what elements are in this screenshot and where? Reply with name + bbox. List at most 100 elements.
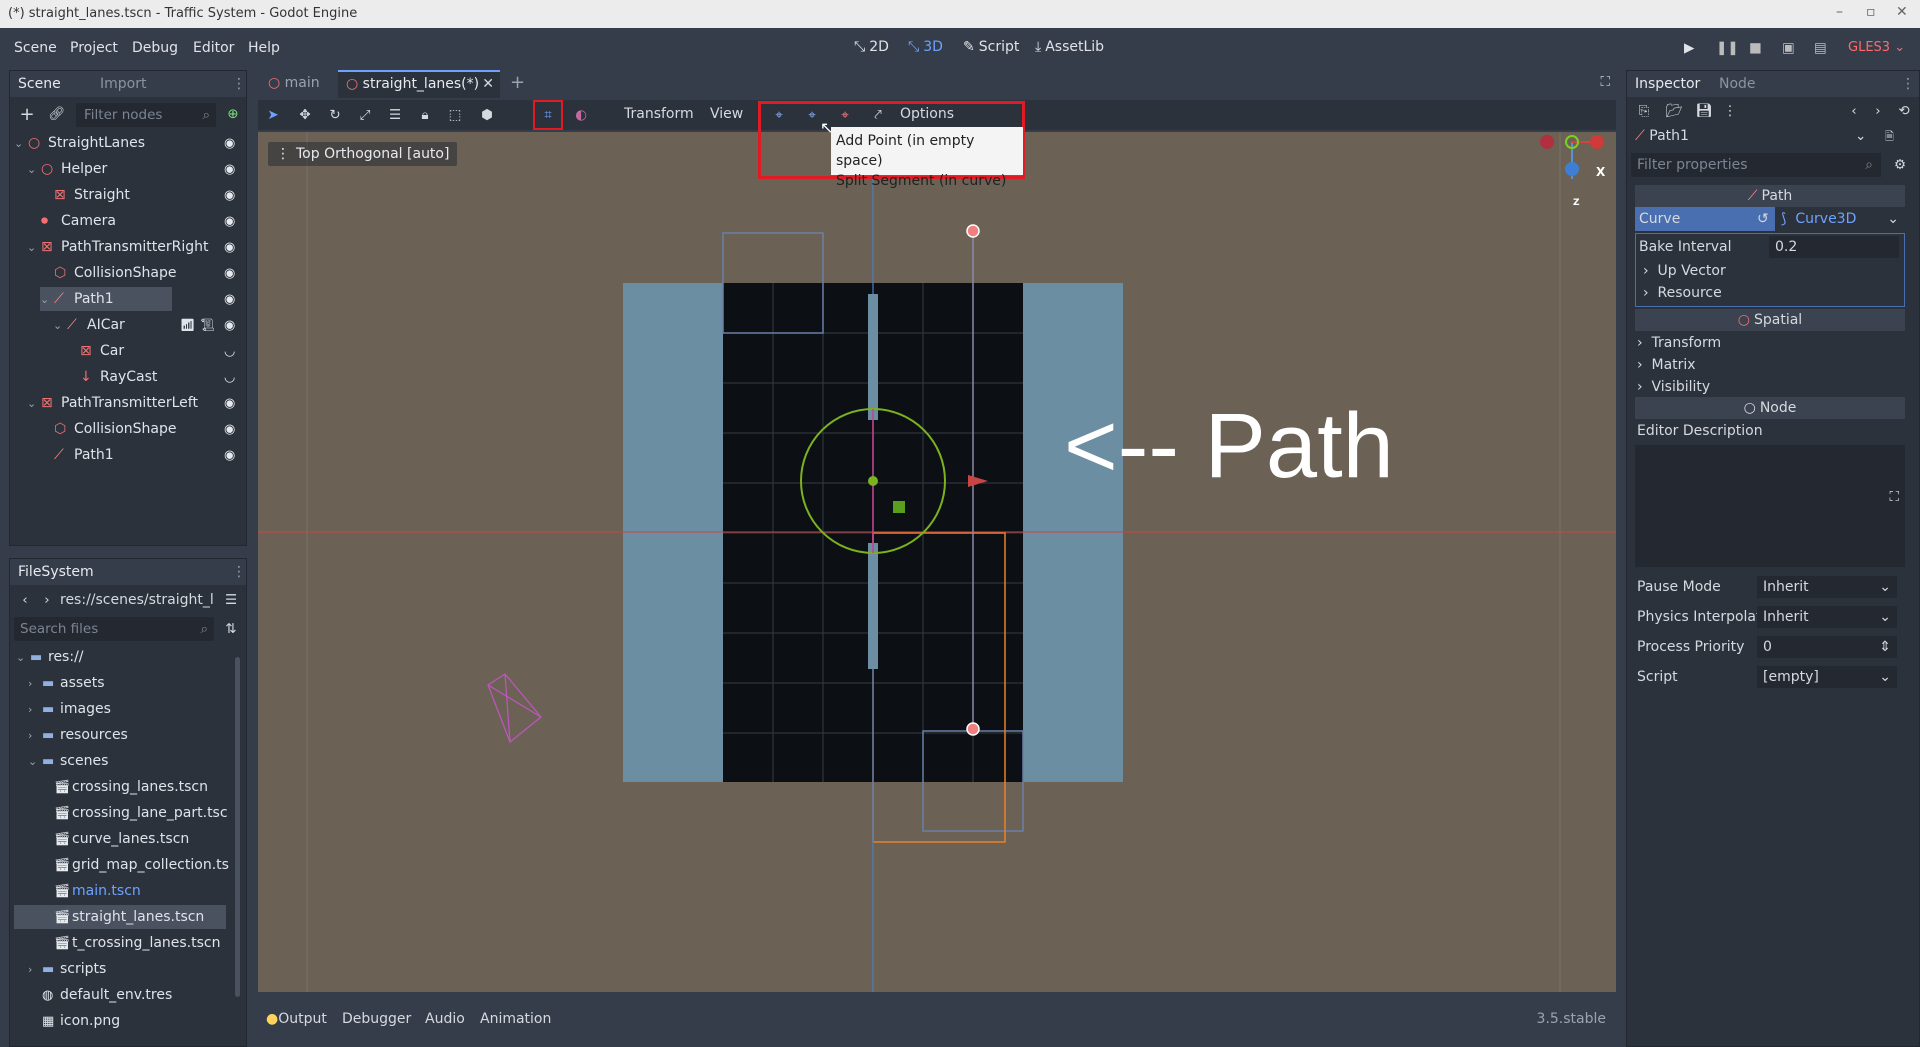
file-item[interactable]: ⌄ ▬ res:// — [14, 645, 226, 669]
file-item[interactable]: › ▬ scripts — [14, 957, 226, 981]
file-item[interactable]: 🎬︎ curve_lanes.tscn — [14, 827, 226, 851]
visibility-hidden-icon[interactable]: ◡ — [224, 344, 235, 359]
tab-inspector[interactable]: Inspector — [1635, 76, 1700, 92]
menu-debug[interactable]: Debug — [132, 40, 178, 56]
mode-3d[interactable]: ⤡ 3D — [908, 39, 943, 55]
play-scene-icon[interactable]: ▣ — [1782, 40, 1795, 56]
visibility-eye-icon[interactable]: ◉ — [224, 396, 235, 411]
new-resource-icon[interactable]: ⎘ — [1633, 100, 1655, 122]
visibility-eye-icon[interactable]: ◉ — [224, 136, 235, 151]
more-icon[interactable]: ⋮ — [1719, 100, 1741, 122]
expand-arrow-icon[interactable]: ⌄ — [27, 163, 36, 176]
local-space-icon[interactable]: ⬢ — [476, 104, 498, 126]
new-tab-icon[interactable]: + — [510, 72, 525, 93]
scene-node-straightlanes[interactable]: ⌄ ○ StraightLanes ◉ — [14, 131, 242, 155]
tab-import[interactable]: Import — [100, 76, 146, 92]
history-back-icon[interactable]: ‹ — [1843, 100, 1865, 122]
subsection-transform[interactable]: › Transform — [1635, 331, 1905, 355]
mode-assetlib[interactable]: ⤓ AssetLib — [1035, 39, 1104, 55]
visibility-eye-icon[interactable]: ◉ — [224, 448, 235, 463]
expand-arrow-icon[interactable]: › — [28, 677, 32, 690]
split-view-icon[interactable]: ☰ — [220, 589, 242, 611]
tab-main[interactable]: ○ main — [268, 75, 320, 91]
expand-arrow-icon[interactable]: › — [28, 729, 32, 742]
add-node-icon[interactable]: + — [16, 103, 38, 125]
property-value[interactable]: 0 ⇕ — [1757, 636, 1897, 658]
scene-node-path1[interactable]: ⟋ Path1 ◉ — [14, 443, 242, 467]
scene-node-straight[interactable]: ⊠ Straight ◉ — [14, 183, 242, 207]
visibility-eye-icon[interactable]: ◉ — [224, 162, 235, 177]
scene-node-helper[interactable]: ⌄ ○ Helper ◉ — [14, 157, 242, 181]
minimize-button[interactable]: – — [1836, 4, 1843, 20]
dock-menu-icon[interactable]: ⋮ — [1901, 76, 1915, 92]
scale-tool-icon[interactable]: ⤢ — [354, 104, 376, 126]
menu-project[interactable]: Project — [70, 40, 118, 56]
visibility-eye-icon[interactable]: ◉ — [224, 422, 235, 437]
select-tool-icon[interactable]: ➤ — [262, 104, 284, 126]
snap-icon[interactable]: ⌗ — [537, 104, 559, 126]
file-item[interactable]: ⌄ ▬ scenes — [14, 749, 226, 773]
revert-icon[interactable]: ↺ — [1757, 211, 1769, 227]
filter-properties-input[interactable]: Filter properties ⌕ — [1631, 153, 1881, 177]
file-item[interactable]: 🎬︎ crossing_lanes.tscn — [14, 775, 226, 799]
group-icon[interactable]: ⬚ — [444, 104, 466, 126]
property-value[interactable]: [empty] ⌄ — [1757, 666, 1897, 688]
file-item[interactable]: › ▬ resources — [14, 723, 226, 747]
curve-property[interactable]: Curve ↺ ⟆ Curve3D ⌄ — [1635, 207, 1905, 231]
open-folder-icon[interactable]: 📂︎ — [1663, 100, 1685, 122]
tab-node[interactable]: Node — [1719, 76, 1756, 92]
section-path[interactable]: ⟋ Path — [1635, 185, 1905, 207]
save-icon[interactable]: 💾︎ — [1693, 100, 1715, 122]
close-tab-icon[interactable]: ✕ — [482, 76, 494, 92]
distraction-free-icon[interactable]: ⛶ — [1601, 74, 1610, 90]
search-files-input[interactable]: Search files ⌕ — [14, 617, 214, 641]
stop-icon[interactable]: ■ — [1749, 40, 1762, 56]
expand-arrow-icon[interactable]: ⌄ — [28, 755, 37, 768]
scene-node-pathtransmitterleft[interactable]: ⌄ ⊠ PathTransmitterLeft ◉ — [14, 391, 242, 415]
node-selector[interactable]: ⟋ Path1 ⌄ 🗎︎ — [1627, 125, 1919, 151]
signal-icon[interactable]: 📶︎ — [180, 318, 195, 332]
tab-audio[interactable]: Audio — [425, 1011, 465, 1027]
expand-arrow-icon[interactable]: ⌄ — [27, 241, 36, 254]
expand-arrow-icon[interactable]: ⌄ — [14, 137, 23, 150]
editor-description-textarea[interactable]: ⛶ — [1635, 445, 1905, 567]
menu-help[interactable]: Help — [248, 40, 280, 56]
dock-menu-icon[interactable]: ⋮ — [232, 76, 246, 92]
visibility-hidden-icon[interactable]: ◡ — [224, 370, 235, 385]
expand-arrow-icon[interactable]: ⌄ — [16, 651, 25, 664]
subsection-visibility[interactable]: › Visibility — [1635, 375, 1905, 399]
bake-interval-field[interactable]: 0.2 — [1769, 236, 1899, 258]
visibility-eye-icon[interactable]: ◉ — [224, 240, 235, 255]
section-spatial[interactable]: ○ Spatial — [1635, 309, 1905, 331]
doc-icon[interactable]: 🗎︎ — [1885, 128, 1894, 147]
renderer-select[interactable]: GLES3 ⌄ — [1848, 40, 1905, 55]
dock-menu-icon[interactable]: ⋮ — [232, 564, 246, 580]
close-window-button[interactable]: ✕ — [1896, 4, 1908, 20]
filter-nodes-input[interactable]: Filter nodes ⌕ — [76, 103, 216, 127]
file-item[interactable]: 🎬︎ t_crossing_lanes.tscn — [14, 931, 226, 955]
subsection-resource[interactable]: › Resource — [1635, 281, 1905, 305]
visibility-eye-icon[interactable]: ◉ — [224, 188, 235, 203]
expand-arrow-icon[interactable]: ⌄ — [27, 397, 36, 410]
scene-node-path1[interactable]: ⌄ ⟋ Path1 ◉ — [40, 287, 235, 311]
back-icon[interactable]: ‹ — [14, 589, 36, 611]
view-menu[interactable]: View — [710, 106, 743, 122]
expand-arrow-icon[interactable]: ⌄ — [40, 293, 49, 306]
settings-icon[interactable]: ⚙ — [1889, 154, 1911, 176]
mode-script[interactable]: ✎ Script — [963, 39, 1019, 55]
list-select-icon[interactable]: ☰ — [384, 104, 406, 126]
scene-node-collisionshape[interactable]: ⬡ CollisionShape ◉ — [14, 261, 242, 285]
file-item[interactable]: › ▬ assets — [14, 671, 226, 695]
tab-output[interactable]: ●Output — [266, 1011, 327, 1027]
play-icon[interactable]: ▶ — [1684, 40, 1694, 56]
mode-2d[interactable]: ⤡ 2D — [854, 39, 889, 55]
visibility-eye-icon[interactable]: ◉ — [224, 266, 235, 281]
menu-editor[interactable]: Editor — [193, 40, 234, 56]
expand-arrow-icon[interactable]: ⌄ — [53, 319, 62, 332]
property-value[interactable]: Inherit ⌄ — [1757, 606, 1897, 628]
scrollbar[interactable] — [235, 657, 240, 997]
visibility-eye-icon[interactable]: ◉ — [224, 318, 235, 333]
subsection-up-vector[interactable]: › Up Vector — [1635, 259, 1905, 283]
curve-resource[interactable]: ⟆ Curve3D ⌄ — [1775, 207, 1905, 231]
sort-icon[interactable]: ⇅ — [220, 618, 242, 640]
